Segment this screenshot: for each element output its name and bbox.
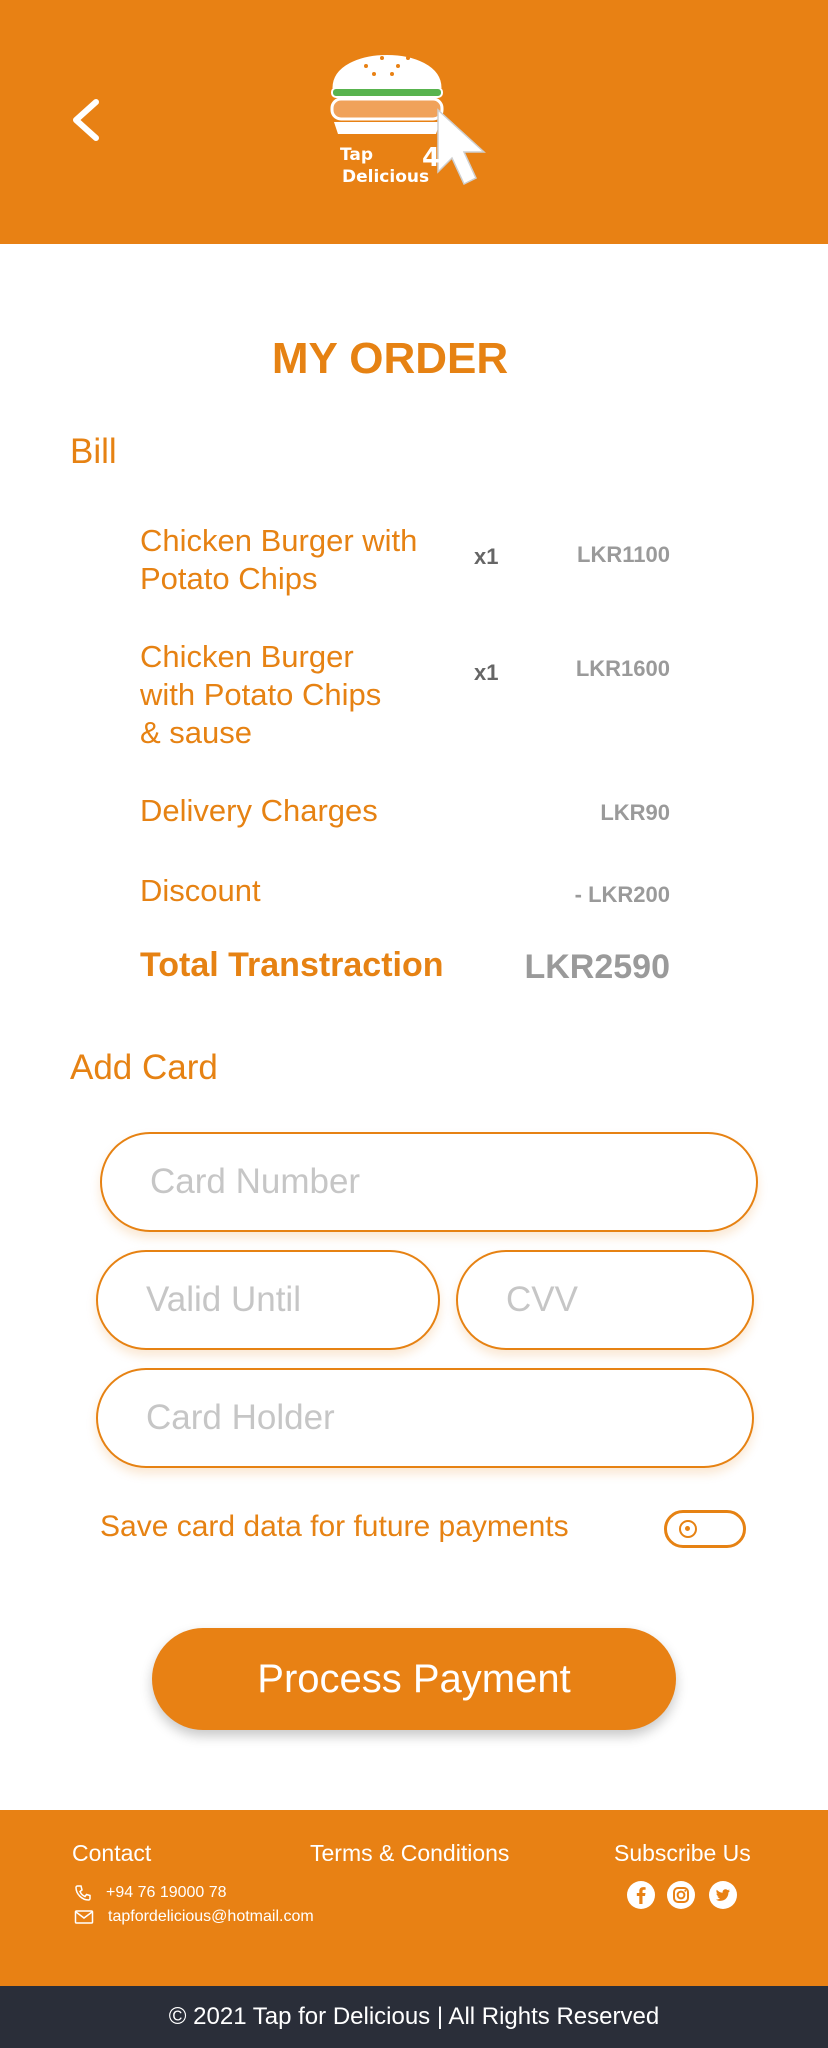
cvv-field[interactable] [456,1250,754,1350]
subscribe-heading: Subscribe Us [614,1840,751,1866]
instagram-icon[interactable] [666,1880,696,1910]
tap-delicious-logo[interactable]: Tap Delicious 4 [322,24,506,208]
card-holder-field[interactable] [96,1368,754,1468]
delivery-charges-row: Delivery Charges LKR90 [140,792,670,832]
bill-item-price: LKR1100 [577,542,670,567]
toggle-knob [679,1520,697,1538]
app-header: Tap Delicious 4 [0,0,828,244]
copyright-bar: © 2021 Tap for Delicious | All Rights Re… [0,1986,828,2048]
terms-link[interactable]: Terms & Conditions [310,1840,509,1867]
twitter-icon[interactable] [708,1880,738,1910]
save-card-toggle[interactable] [664,1510,746,1548]
facebook-icon[interactable] [626,1880,656,1910]
add-card-heading: Add Card [70,1048,218,1087]
discount-label: Discount [140,873,261,908]
card-holder-input[interactable] [146,1370,730,1465]
process-payment-button[interactable]: Process Payment [152,1628,676,1730]
phone-text: +94 76 19000 78 [106,1884,227,1901]
contact-heading: Contact [72,1840,152,1866]
contact-phone[interactable]: +94 76 19000 78 [74,1884,227,1902]
total-row: Total Transtraction LKR2590 [140,946,670,992]
logo-text-line1: Tap [340,145,373,165]
card-number-input[interactable] [150,1134,734,1229]
logo-text-line2: Delicious [342,167,429,187]
contact-email[interactable]: tapfordelicious@hotmail.com [74,1908,314,1926]
page-title: MY ORDER [271,334,509,383]
chevron-left-icon [73,99,99,141]
delivery-charges-value: LKR90 [600,800,670,825]
discount-row: Discount - LKR200 [140,872,670,912]
mail-icon [74,1910,94,1924]
bill-item-price: LKR1600 [575,656,670,681]
bill-item-name: Chicken Burger with Potato Chips [140,523,418,596]
valid-until-input[interactable] [146,1252,416,1347]
bill-item-name: Chicken Burger with Potato Chips & sause [140,639,382,750]
save-card-label: Save card data for future payments [100,1510,569,1543]
bill-item-qty: x1 [474,660,499,685]
email-text: tapfordelicious@hotmail.com [108,1908,314,1925]
valid-until-field[interactable] [96,1250,440,1350]
footer: Contact Terms & Conditions Subscribe Us … [0,1810,828,1986]
logo-accent: 4 [422,143,440,173]
discount-value: - LKR200 [574,882,670,907]
delivery-charges-label: Delivery Charges [140,793,378,828]
bill-item-qty: x1 [474,544,499,569]
bill-heading: Bill [70,432,117,471]
card-number-field[interactable] [100,1132,758,1232]
back-button[interactable] [60,88,116,152]
total-value: LKR2590 [524,948,670,986]
bill-item-row: Chicken Burger with Potato Chips x1 LKR1… [140,522,670,602]
cvv-input[interactable] [506,1252,730,1347]
bill-item-row: Chicken Burger with Potato Chips & sause… [140,638,670,754]
phone-icon [75,1885,91,1901]
total-label: Total Transtraction [140,946,444,984]
